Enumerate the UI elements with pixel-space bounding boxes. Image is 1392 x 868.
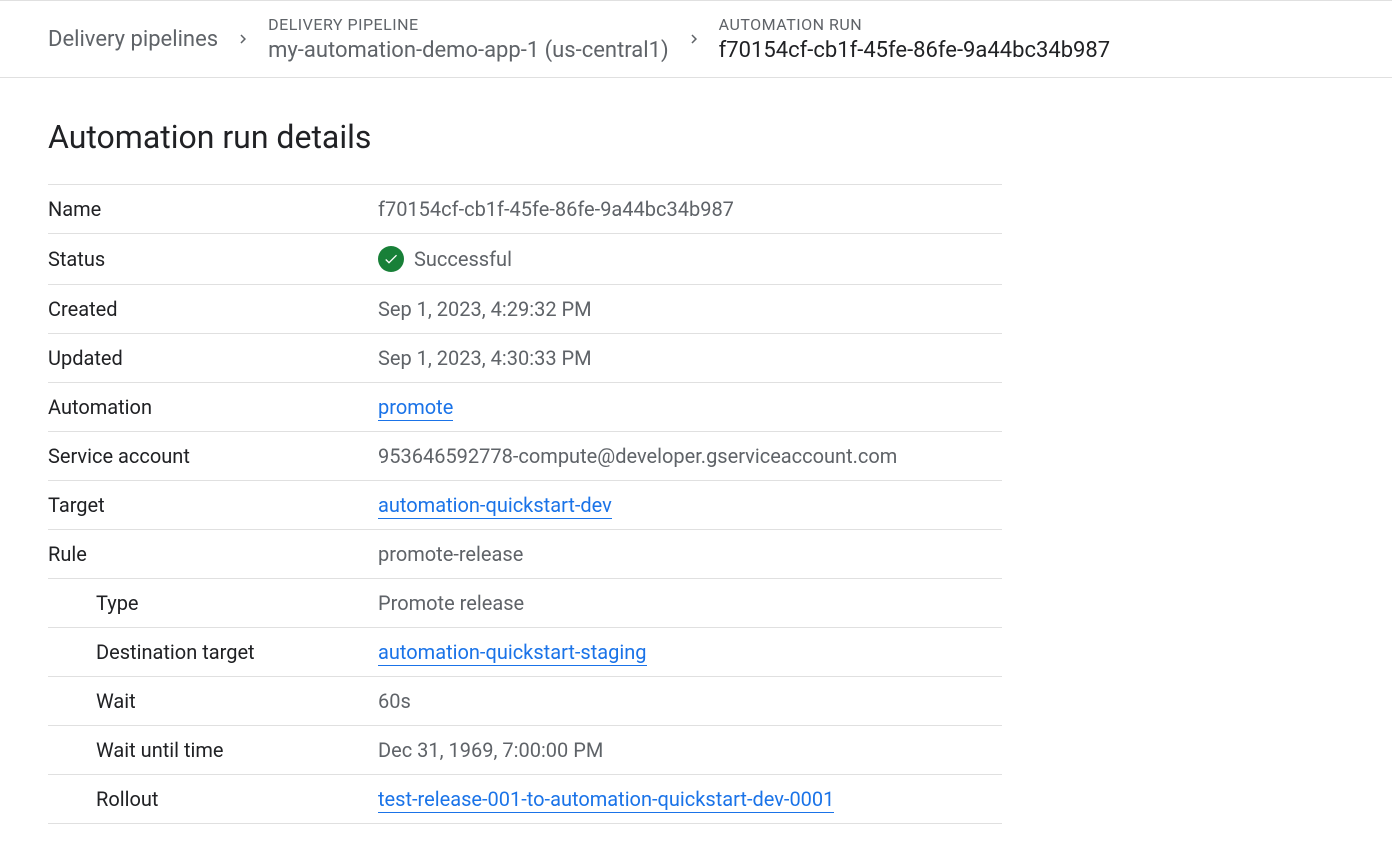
value-updated: Sep 1, 2023, 4:30:33 PM xyxy=(378,334,1002,383)
label-updated: Updated xyxy=(48,334,378,383)
row-service-account: Service account 953646592778-compute@dev… xyxy=(48,432,1002,481)
value-rule: promote-release xyxy=(378,530,1002,579)
breadcrumb-pipeline[interactable]: DELIVERY PIPELINE my-automation-demo-app… xyxy=(268,15,669,63)
row-rule: Rule promote-release xyxy=(48,530,1002,579)
label-wait: Wait xyxy=(48,677,378,726)
row-name: Name f70154cf-cb1f-45fe-86fe-9a44bc34b98… xyxy=(48,185,1002,234)
value-automation: promote xyxy=(378,383,1002,432)
details-table: Name f70154cf-cb1f-45fe-86fe-9a44bc34b98… xyxy=(48,184,1002,824)
value-name: f70154cf-cb1f-45fe-86fe-9a44bc34b987 xyxy=(378,185,1002,234)
label-target: Target xyxy=(48,481,378,530)
rollout-link[interactable]: test-release-001-to-automation-quickstar… xyxy=(378,787,834,813)
label-destination-target: Destination target xyxy=(48,628,378,677)
label-wait-until-time: Wait until time xyxy=(48,726,378,775)
label-rollout: Rollout xyxy=(48,775,378,824)
value-type: Promote release xyxy=(378,579,1002,628)
row-status: Status Successful xyxy=(48,234,1002,285)
label-rule: Rule xyxy=(48,530,378,579)
value-target: automation-quickstart-dev xyxy=(378,481,1002,530)
row-wait: Wait 60s xyxy=(48,677,1002,726)
value-destination-target: automation-quickstart-staging xyxy=(378,628,1002,677)
breadcrumb-pipeline-label: DELIVERY PIPELINE xyxy=(268,15,669,34)
label-status: Status xyxy=(48,234,378,285)
row-wait-until-time: Wait until time Dec 31, 1969, 7:00:00 PM xyxy=(48,726,1002,775)
row-type: Type Promote release xyxy=(48,579,1002,628)
breadcrumb-root-link[interactable]: Delivery pipelines xyxy=(48,27,218,52)
success-check-icon xyxy=(378,246,404,272)
breadcrumb: Delivery pipelines DELIVERY PIPELINE my-… xyxy=(0,0,1392,78)
page-title: Automation run details xyxy=(48,118,1002,156)
automation-link[interactable]: promote xyxy=(378,395,453,421)
row-updated: Updated Sep 1, 2023, 4:30:33 PM xyxy=(48,334,1002,383)
label-service-account: Service account xyxy=(48,432,378,481)
label-created: Created xyxy=(48,285,378,334)
value-wait-until-time: Dec 31, 1969, 7:00:00 PM xyxy=(378,726,1002,775)
label-name: Name xyxy=(48,185,378,234)
content-area: Automation run details Name f70154cf-cb1… xyxy=(0,78,1050,864)
chevron-right-icon xyxy=(685,30,703,48)
breadcrumb-run-label: AUTOMATION RUN xyxy=(719,15,1111,34)
chevron-right-icon xyxy=(234,30,252,48)
value-service-account: 953646592778-compute@developer.gservicea… xyxy=(378,432,1002,481)
destination-target-link[interactable]: automation-quickstart-staging xyxy=(378,640,647,666)
status-text: Successful xyxy=(414,247,512,271)
breadcrumb-pipeline-value: my-automation-demo-app-1 (us-central1) xyxy=(268,38,669,63)
row-automation: Automation promote xyxy=(48,383,1002,432)
row-created: Created Sep 1, 2023, 4:29:32 PM xyxy=(48,285,1002,334)
row-rollout: Rollout test-release-001-to-automation-q… xyxy=(48,775,1002,824)
value-status: Successful xyxy=(378,234,1002,285)
label-type: Type xyxy=(48,579,378,628)
row-target: Target automation-quickstart-dev xyxy=(48,481,1002,530)
value-wait: 60s xyxy=(378,677,1002,726)
label-automation: Automation xyxy=(48,383,378,432)
value-rollout: test-release-001-to-automation-quickstar… xyxy=(378,775,1002,824)
target-link[interactable]: automation-quickstart-dev xyxy=(378,493,612,519)
value-created: Sep 1, 2023, 4:29:32 PM xyxy=(378,285,1002,334)
row-destination-target: Destination target automation-quickstart… xyxy=(48,628,1002,677)
breadcrumb-run: AUTOMATION RUN f70154cf-cb1f-45fe-86fe-9… xyxy=(719,15,1111,63)
breadcrumb-run-value: f70154cf-cb1f-45fe-86fe-9a44bc34b987 xyxy=(719,38,1111,63)
